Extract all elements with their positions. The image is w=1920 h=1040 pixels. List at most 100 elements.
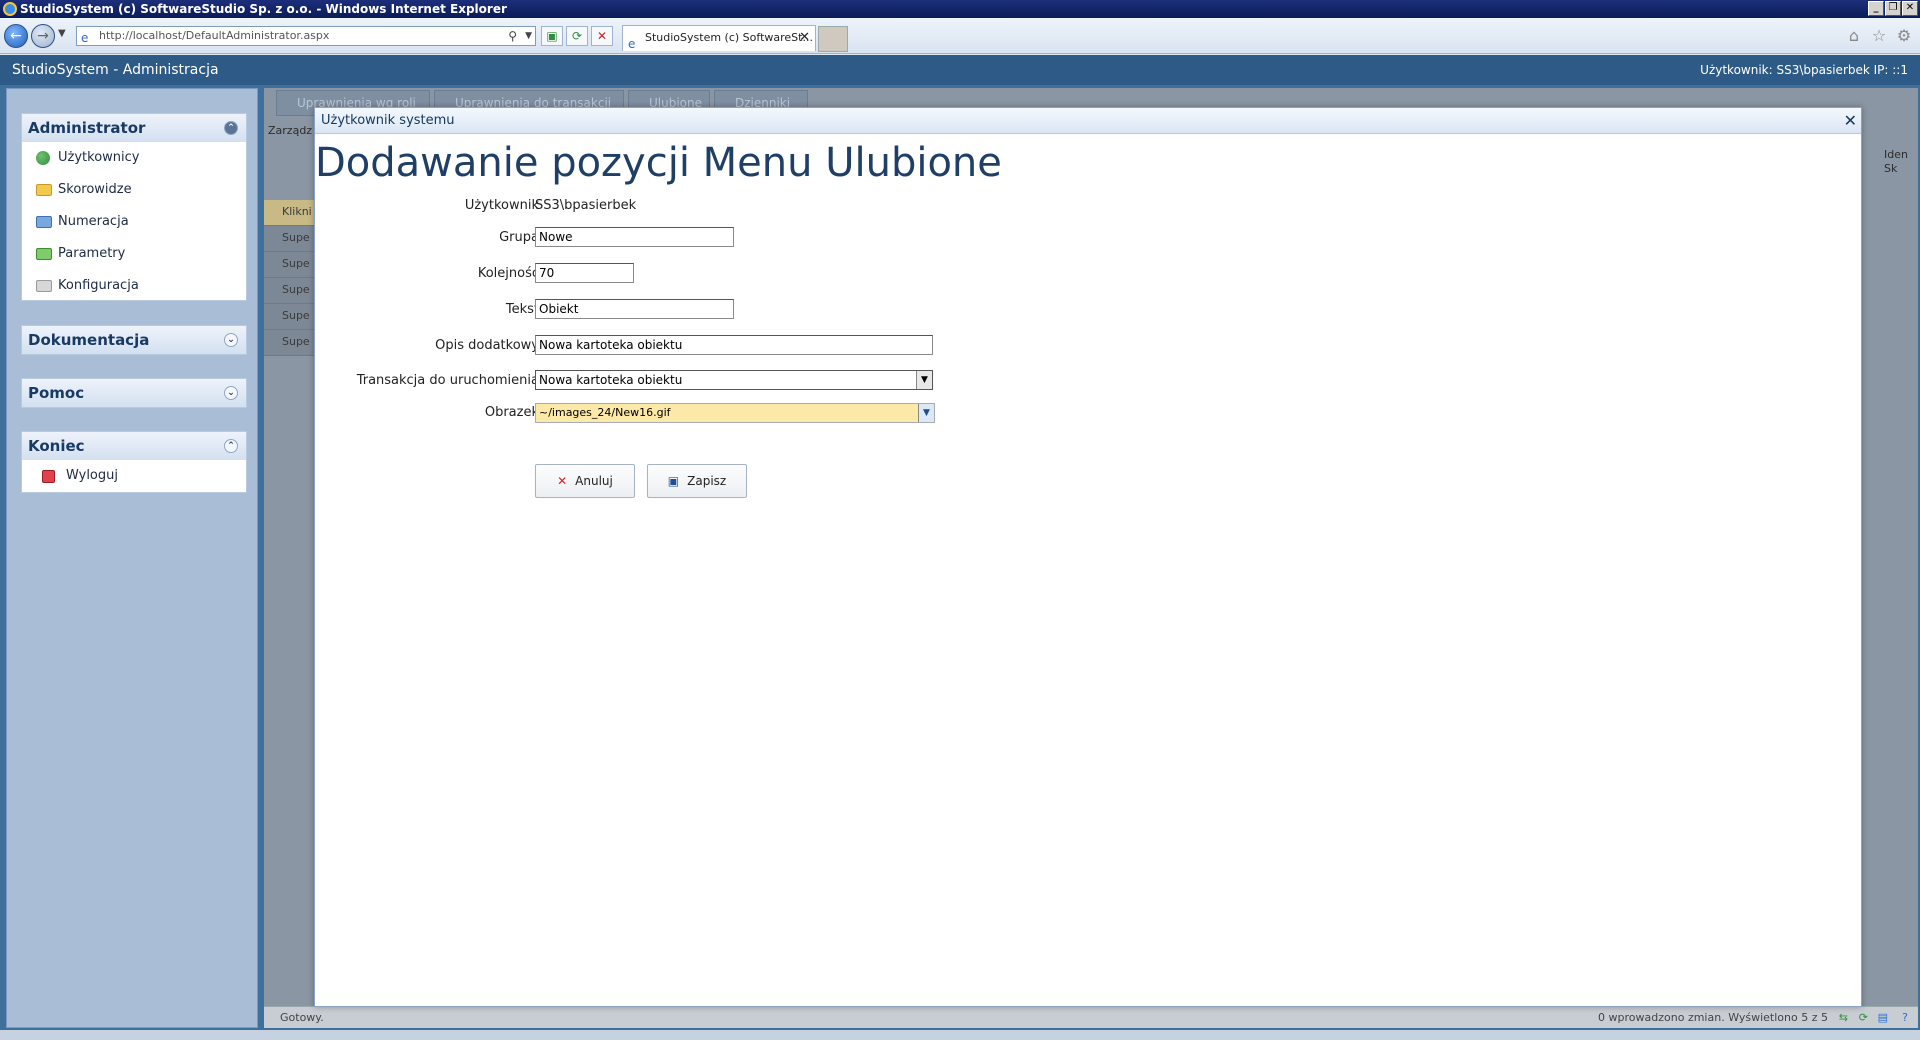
minimize-button[interactable]: _	[1868, 1, 1884, 16]
save-changes-icon[interactable]: ⇆	[1839, 1007, 1848, 1029]
logout-icon	[42, 470, 55, 483]
hint-text: Klikni	[282, 205, 312, 218]
cell-text: Supe	[282, 231, 310, 244]
sidebar: Administrator ⌃ Użytkownicy Skorowidze N…	[6, 88, 258, 1028]
uzytkownik-value: SS3\bpasierbek	[535, 198, 637, 213]
expand-icon[interactable]: ⌄	[224, 333, 238, 347]
table-row[interactable]: Supe	[264, 304, 314, 330]
refresh-icon[interactable]: ⟳	[566, 26, 588, 46]
table-row[interactable]: Supe	[264, 252, 314, 278]
cell-text: Supe	[282, 283, 310, 296]
browser-title-bar: StudioSystem (c) SoftwareStudio Sp. z o.…	[0, 0, 1920, 18]
panel-header-dokumentacja[interactable]: Dokumentacja ⌄	[22, 326, 246, 354]
search-icon[interactable]: ⚲	[508, 27, 517, 45]
panel-pomoc: Pomoc ⌄	[21, 378, 247, 408]
export-icon[interactable]: ▤	[1878, 1007, 1888, 1029]
favorites-icon[interactable]: ☆	[1869, 26, 1889, 46]
dialog-title: Dodawanie pozycji Menu Ulubione	[315, 140, 1002, 186]
compatibility-icon[interactable]: ▣	[541, 26, 563, 46]
tekst-label: Tekst	[505, 302, 539, 317]
expand-icon[interactable]: ⌄	[224, 386, 238, 400]
uzytkownik-label: Użytkownik	[464, 198, 539, 213]
cell-text: Supe	[282, 257, 310, 270]
address-text: http://localhost/DefaultAdministrator.as…	[99, 29, 330, 42]
dialog-header: Użytkownik systemu ✕	[315, 108, 1861, 134]
stop-icon[interactable]: ✕	[591, 26, 613, 46]
sidebar-item-konfiguracja[interactable]: Konfiguracja	[22, 270, 246, 302]
close-tab-icon[interactable]: ✕	[799, 26, 810, 50]
sidebar-item-label: Wyloguj	[66, 468, 118, 483]
transakcja-select[interactable]: Nowa kartoteka obiektu ▼	[535, 370, 933, 390]
cancel-button[interactable]: ✕ Anuluj	[535, 464, 635, 498]
tab-title: StudioSystem (c) SoftwareSt...	[645, 31, 813, 44]
collapse-icon[interactable]: ⌃	[224, 439, 238, 453]
grupa-input[interactable]: Nowe	[535, 227, 734, 247]
sidebar-item-parametry[interactable]: Parametry	[22, 238, 246, 270]
user-info: Użytkownik: SS3\bpasierbek IP: ::1	[1700, 63, 1908, 77]
sidebar-item-skorowidze[interactable]: Skorowidze	[22, 174, 246, 206]
refresh-data-icon[interactable]: ⟳	[1859, 1007, 1868, 1029]
column-header[interactable]: Iden Sk	[1884, 148, 1914, 176]
cell-text: Supe	[282, 309, 310, 322]
tekst-input[interactable]: Obiekt	[535, 299, 734, 319]
panel-header-administrator[interactable]: Administrator ⌃	[22, 114, 246, 142]
status-left: Gotowy.	[280, 1011, 324, 1024]
new-row-hint[interactable]: Klikni	[264, 200, 314, 226]
restore-button[interactable]: ❐	[1885, 1, 1901, 16]
sidebar-item-label: Parametry	[58, 246, 126, 261]
obrazek-combobox[interactable]: ~/images_24/New16.gif ▼	[535, 403, 935, 423]
users-icon	[36, 151, 50, 165]
address-dropdown-icon[interactable]: ▼	[525, 27, 532, 45]
panel-title: Administrator	[28, 119, 146, 137]
opis-input[interactable]: Nowa kartoteka obiektu	[535, 335, 933, 355]
window-title: StudioSystem (c) SoftwareStudio Sp. z o.…	[20, 2, 507, 16]
sidebar-item-numeracja[interactable]: Numeracja	[22, 206, 246, 238]
dialog-close-icon[interactable]: ✕	[1844, 108, 1857, 134]
sidebar-item-users[interactable]: Użytkownicy	[22, 142, 246, 174]
back-icon[interactable]: ←	[4, 24, 28, 48]
panel-koniec: Koniec ⌃ Wyloguj	[21, 431, 247, 493]
chevron-down-icon[interactable]: ▼	[918, 404, 934, 422]
collapse-icon[interactable]: ⌃	[224, 121, 238, 135]
transakcja-label: Transakcja do uruchomienia	[356, 373, 539, 388]
address-bar[interactable]: e http://localhost/DefaultAdministrator.…	[76, 26, 536, 46]
sidebar-item-label: Konfiguracja	[58, 278, 139, 293]
panel-dokumentacja: Dokumentacja ⌄	[21, 325, 247, 355]
sidebar-item-label: Skorowidze	[58, 182, 132, 197]
close-window-button[interactable]: ✕	[1902, 1, 1918, 16]
panel-administrator: Administrator ⌃ Użytkownicy Skorowidze N…	[21, 113, 247, 301]
tools-gear-icon[interactable]: ⚙	[1894, 26, 1914, 46]
sidebar-item-label: Użytkownicy	[58, 150, 140, 165]
save-button[interactable]: ▣ Zapisz	[647, 464, 747, 498]
obrazek-selected: ~/images_24/New16.gif	[539, 406, 671, 419]
cancel-label: Anuluj	[575, 474, 613, 488]
breadcrumb: Zarządz	[268, 124, 313, 137]
new-tab-button[interactable]	[818, 26, 848, 52]
browser-tab[interactable]: e StudioSystem (c) SoftwareSt... ✕	[622, 25, 816, 51]
history-dropdown-icon[interactable]: ▼	[58, 28, 66, 39]
folder-icon	[36, 184, 52, 196]
status-right: 0 wprowadzono zmian. Wyświetlono 5 z 5	[1598, 1011, 1828, 1024]
folder-icon	[36, 280, 52, 292]
kolejnosc-input[interactable]: 70	[535, 263, 634, 283]
panel-header-pomoc[interactable]: Pomoc ⌄	[22, 379, 246, 407]
table-row[interactable]: Supe	[264, 226, 314, 252]
help-icon[interactable]: ?	[1902, 1007, 1908, 1029]
cell-text: Supe	[282, 335, 310, 348]
forward-icon[interactable]: →	[31, 24, 55, 48]
kolejnosc-label: Kolejność	[477, 266, 539, 281]
sidebar-item-wyloguj[interactable]: Wyloguj	[22, 460, 246, 492]
ie-logo-icon	[3, 2, 17, 16]
chevron-down-icon[interactable]: ▼	[916, 371, 932, 389]
home-icon[interactable]: ⌂	[1844, 26, 1864, 46]
table-row[interactable]: Supe	[264, 278, 314, 304]
status-bar: Gotowy. 0 wprowadzono zmian. Wyświetlono…	[264, 1006, 1918, 1028]
window-bottom-edge	[0, 1030, 1920, 1040]
panel-title: Dokumentacja	[28, 331, 150, 349]
tab-page-icon: e	[628, 37, 636, 51]
opis-label: Opis dodatkowy	[435, 338, 539, 353]
grupa-label: Grupa	[499, 230, 539, 245]
panel-header-koniec[interactable]: Koniec ⌃	[22, 432, 246, 460]
table-row[interactable]: Supe	[264, 330, 314, 356]
modal-dialog: Użytkownik systemu ✕ Dodawanie pozycji M…	[314, 107, 1862, 1007]
